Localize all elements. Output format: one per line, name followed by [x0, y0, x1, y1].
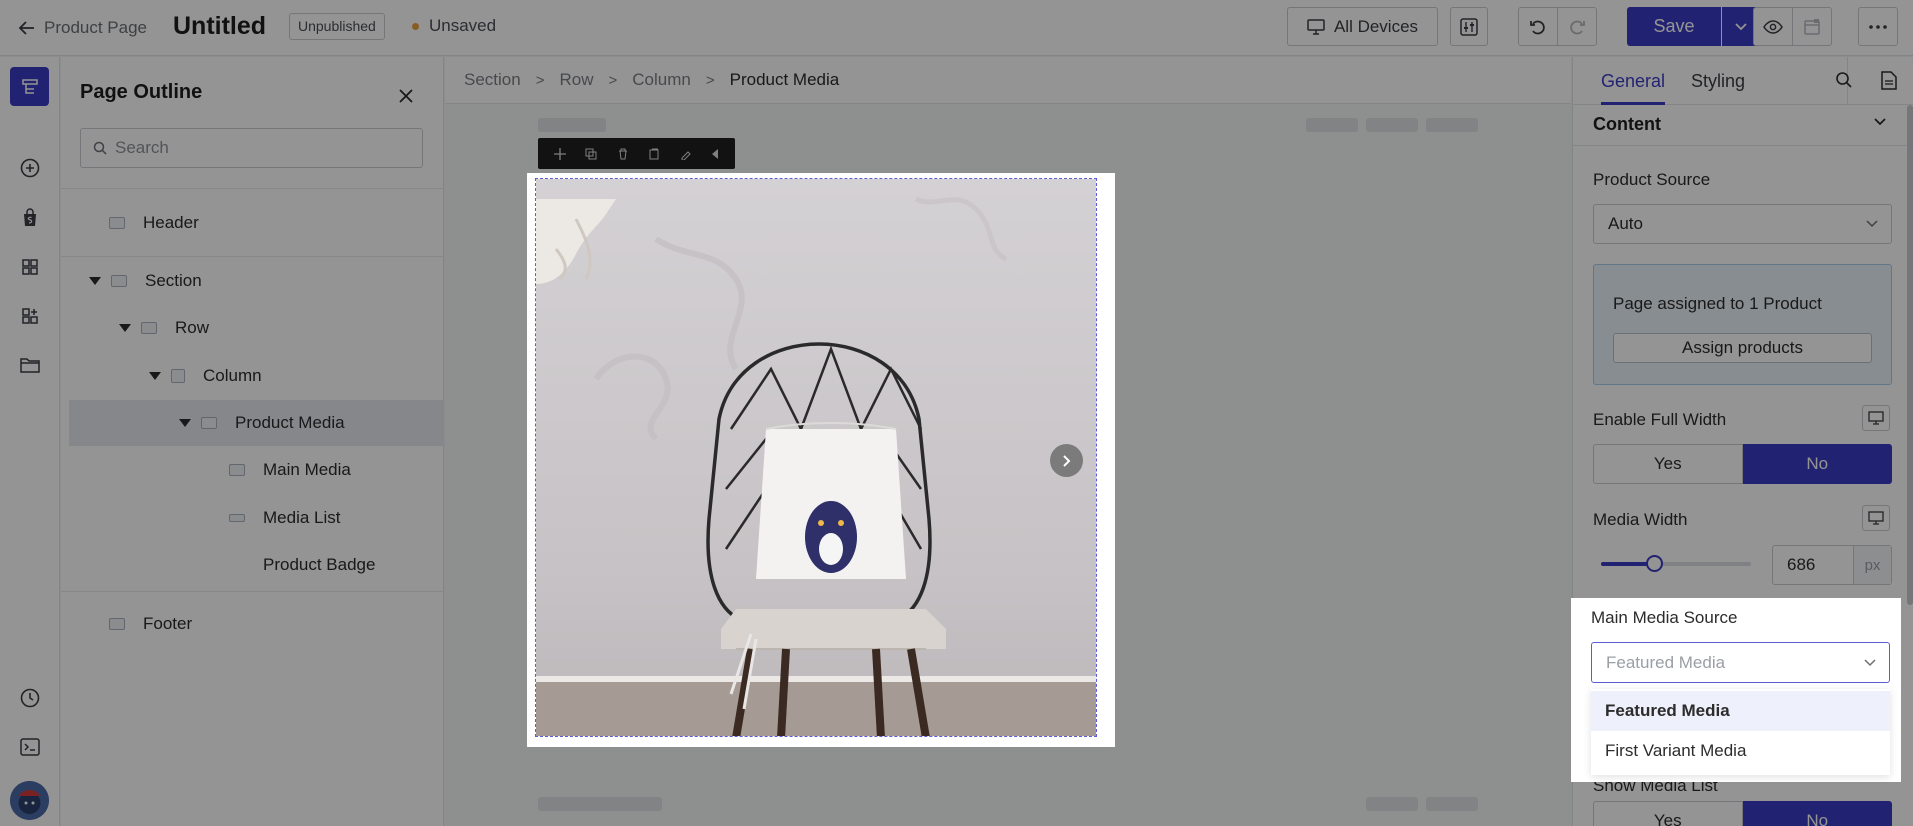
main-media-source-select[interactable]: Featured Media: [1591, 642, 1890, 683]
chevron-right-icon: [1062, 454, 1070, 467]
highlighted-main-media[interactable]: [535, 178, 1097, 737]
option-first-variant-media[interactable]: First Variant Media: [1591, 731, 1890, 771]
product-image: [536, 179, 1096, 736]
main-media-source-label: Main Media Source: [1591, 608, 1738, 627]
main-media-source-options: Featured Media First Variant Media: [1591, 689, 1890, 775]
chevron-down-icon: [1864, 658, 1876, 666]
option-featured-media[interactable]: Featured Media: [1591, 691, 1890, 731]
highlighted-product-media[interactable]: [527, 173, 1115, 747]
main-media-source-placeholder: Featured Media: [1606, 652, 1726, 672]
next-slide-button[interactable]: [1050, 444, 1083, 477]
main-media-source-field: Main Media Source Featured Media Feature…: [1571, 598, 1901, 782]
